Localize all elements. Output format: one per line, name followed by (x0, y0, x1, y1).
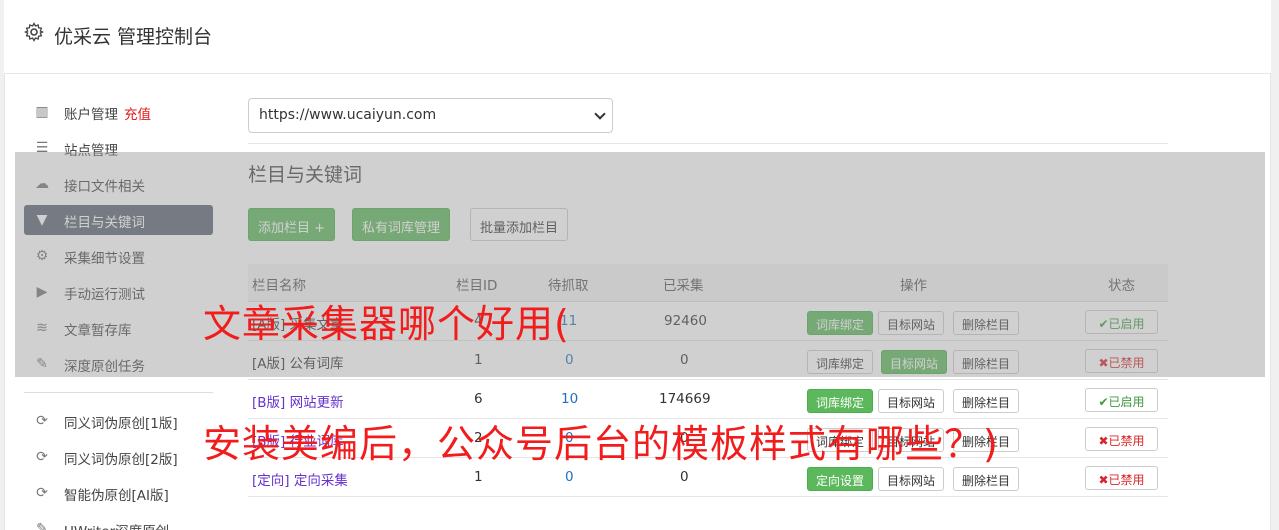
target-site-button[interactable]: 目标网站 (878, 389, 945, 413)
sidebar-item-ai-original[interactable]: ⟳ 智能伪原创[AI版] (24, 478, 213, 508)
bar-chart-icon: ▥ (35, 104, 49, 120)
sidebar-item-label: 智能伪原创[AI版] (64, 488, 169, 504)
chevron-down-icon (594, 108, 606, 120)
site-select-value: https://www.ucaiyun.com (259, 107, 437, 123)
sidebar-item-label: 账户管理 (64, 107, 118, 123)
edit-icon: ✎ (36, 521, 48, 530)
sidebar-item-label: 同义词伪原创[2版] (64, 452, 178, 468)
recharge-link[interactable]: 充值 (124, 107, 151, 123)
column-id: 6 (474, 391, 483, 407)
refresh-icon: ⟳ (36, 413, 48, 429)
sidebar-divider (24, 392, 213, 393)
pending-count[interactable]: 10 (561, 391, 578, 407)
sidebar-item-synonym-v1[interactable]: ⟳ 同义词伪原创[1版] (24, 406, 213, 436)
lexicon-bind-button[interactable]: 词库绑定 (807, 389, 874, 413)
refresh-icon: ⟳ (36, 449, 48, 465)
status-toggle[interactable]: ✖已禁用 (1085, 427, 1158, 451)
gear-icon (24, 22, 44, 42)
target-site-button[interactable]: 目标网站 (878, 467, 945, 491)
divider (248, 143, 1168, 144)
pending-count[interactable]: 0 (565, 469, 574, 485)
directional-settings-button[interactable]: 定向设置 (807, 467, 874, 491)
sidebar-item-synonym-v2[interactable]: ⟳ 同义词伪原创[2版] (24, 442, 213, 472)
sidebar-item-label: UWriter深度原创 (64, 520, 169, 530)
refresh-icon: ⟳ (36, 485, 48, 501)
sidebar-item-account[interactable]: ▥ 账户管理 充值 (24, 97, 213, 127)
sidebar-item-label: 同义词伪原创[1版] (64, 416, 178, 432)
status-toggle[interactable]: ✔已启用 (1085, 388, 1158, 412)
site-select[interactable]: https://www.ucaiyun.com (248, 98, 613, 133)
app-title: 优采云 管理控制台 (54, 26, 213, 48)
collected-count: 0 (680, 469, 689, 485)
sidebar-item-uwriter[interactable]: ✎ UWriter深度原创 (24, 514, 213, 530)
delete-column-button[interactable]: 删除栏目 (953, 389, 1020, 413)
column-id: 1 (474, 469, 483, 485)
collected-count: 174669 (659, 391, 711, 407)
status-toggle[interactable]: ✖已禁用 (1085, 466, 1158, 490)
overlay-title-line2: 安装美编后，公众号后台的模板样式有哪些？) (203, 422, 999, 466)
column-name[interactable]: [B版] 网站更新 (252, 391, 344, 411)
overlay-title-line1: 文章采集器哪个好用( (203, 302, 570, 346)
top-header: 优采云 管理控制台 (4, 0, 1271, 74)
column-name[interactable]: [定向] 定向采集 (252, 469, 348, 489)
delete-column-button[interactable]: 删除栏目 (953, 467, 1020, 491)
